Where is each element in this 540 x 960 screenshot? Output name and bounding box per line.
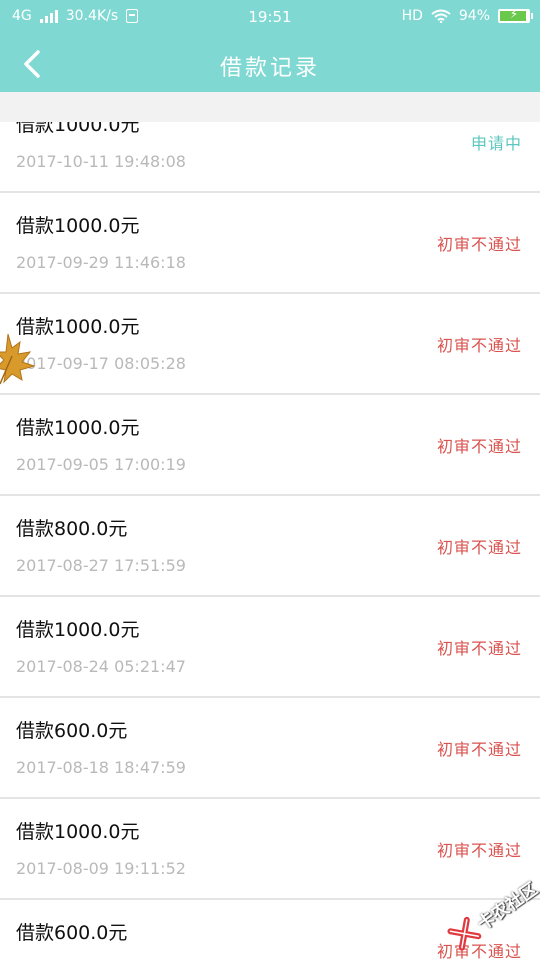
record-row[interactable]: 借款1000.0元 2017-10-11 19:48:08 申请中 — [0, 122, 540, 193]
page-title: 借款记录 — [219, 56, 320, 81]
record-status: 初审不通过 — [436, 235, 522, 254]
record-title: 借款800.0元 — [16, 518, 128, 540]
app-screen: 4G 30.4K/s 19:51 HD 94% ⚡ 借款记录 借款1000.0元… — [0, 0, 540, 960]
record-title: 借款1000.0元 — [16, 821, 140, 843]
maple-leaf-icon — [0, 333, 36, 385]
record-title: 借款600.0元 — [16, 922, 128, 944]
record-row[interactable]: 借款1000.0元 2017-09-17 08:05:28 初审不通过 — [0, 294, 540, 395]
record-date: 2017-08-27 17:51:59 — [16, 556, 186, 575]
record-row[interactable]: 借款1000.0元 2017-08-09 19:11:52 初审不通过 — [0, 799, 540, 900]
record-title: 借款1000.0元 — [16, 619, 140, 641]
record-title: 借款1000.0元 — [16, 122, 140, 136]
record-status: 申请中 — [470, 134, 522, 153]
record-status: 初审不通过 — [436, 538, 522, 557]
header-spacer — [0, 92, 540, 122]
record-list-viewport[interactable]: 借款1000.0元 2017-10-11 19:48:08 申请中 借款1000… — [0, 122, 540, 960]
record-row[interactable]: 借款600.0元 2017-08-18 18:47:59 初审不通过 — [0, 698, 540, 799]
title-bar: 借款记录 — [0, 36, 540, 92]
wifi-icon — [431, 9, 451, 23]
hd-indicator: HD — [401, 8, 423, 24]
battery-percent: 94% — [458, 8, 490, 24]
record-status: 初审不通过 — [436, 740, 522, 759]
record-list: 借款1000.0元 2017-10-11 19:48:08 申请中 借款1000… — [0, 122, 540, 960]
charging-icon: ⚡ — [509, 7, 519, 21]
record-date: 2017-09-17 08:05:28 — [16, 354, 186, 373]
record-row[interactable]: 借款1000.0元 2017-08-24 05:21:47 初审不通过 — [0, 597, 540, 698]
record-status: 初审不通过 — [436, 841, 522, 860]
record-date: 2017-09-05 17:00:19 — [16, 455, 186, 474]
record-title: 借款1000.0元 — [16, 417, 140, 439]
battery-icon: ⚡ — [498, 7, 533, 23]
record-title: 借款1000.0元 — [16, 215, 140, 237]
status-bar: 4G 30.4K/s 19:51 HD 94% ⚡ — [0, 0, 540, 36]
status-right: HD 94% ⚡ — [401, 7, 533, 24]
record-date: 2017-08-18 18:47:59 — [16, 758, 186, 777]
record-title: 借款600.0元 — [16, 720, 128, 742]
record-row[interactable]: 借款800.0元 2017-08-27 17:51:59 初审不通过 — [0, 496, 540, 597]
record-row[interactable]: 借款1000.0元 2017-09-29 11:46:18 初审不通过 — [0, 193, 540, 294]
record-row[interactable]: 借款1000.0元 2017-09-05 17:00:19 初审不通过 — [0, 395, 540, 496]
record-status: 初审不通过 — [436, 437, 522, 456]
record-status: 初审不通过 — [436, 639, 522, 658]
record-date: 2017-10-11 19:48:08 — [16, 152, 186, 171]
record-status: 初审不通过 — [436, 336, 522, 355]
record-date: 2017-08-24 05:21:47 — [16, 657, 186, 676]
record-status: 初审不通过 — [436, 942, 522, 960]
record-date: 2017-09-29 11:46:18 — [16, 253, 186, 272]
record-date: 2017-08-09 19:11:52 — [16, 859, 186, 878]
